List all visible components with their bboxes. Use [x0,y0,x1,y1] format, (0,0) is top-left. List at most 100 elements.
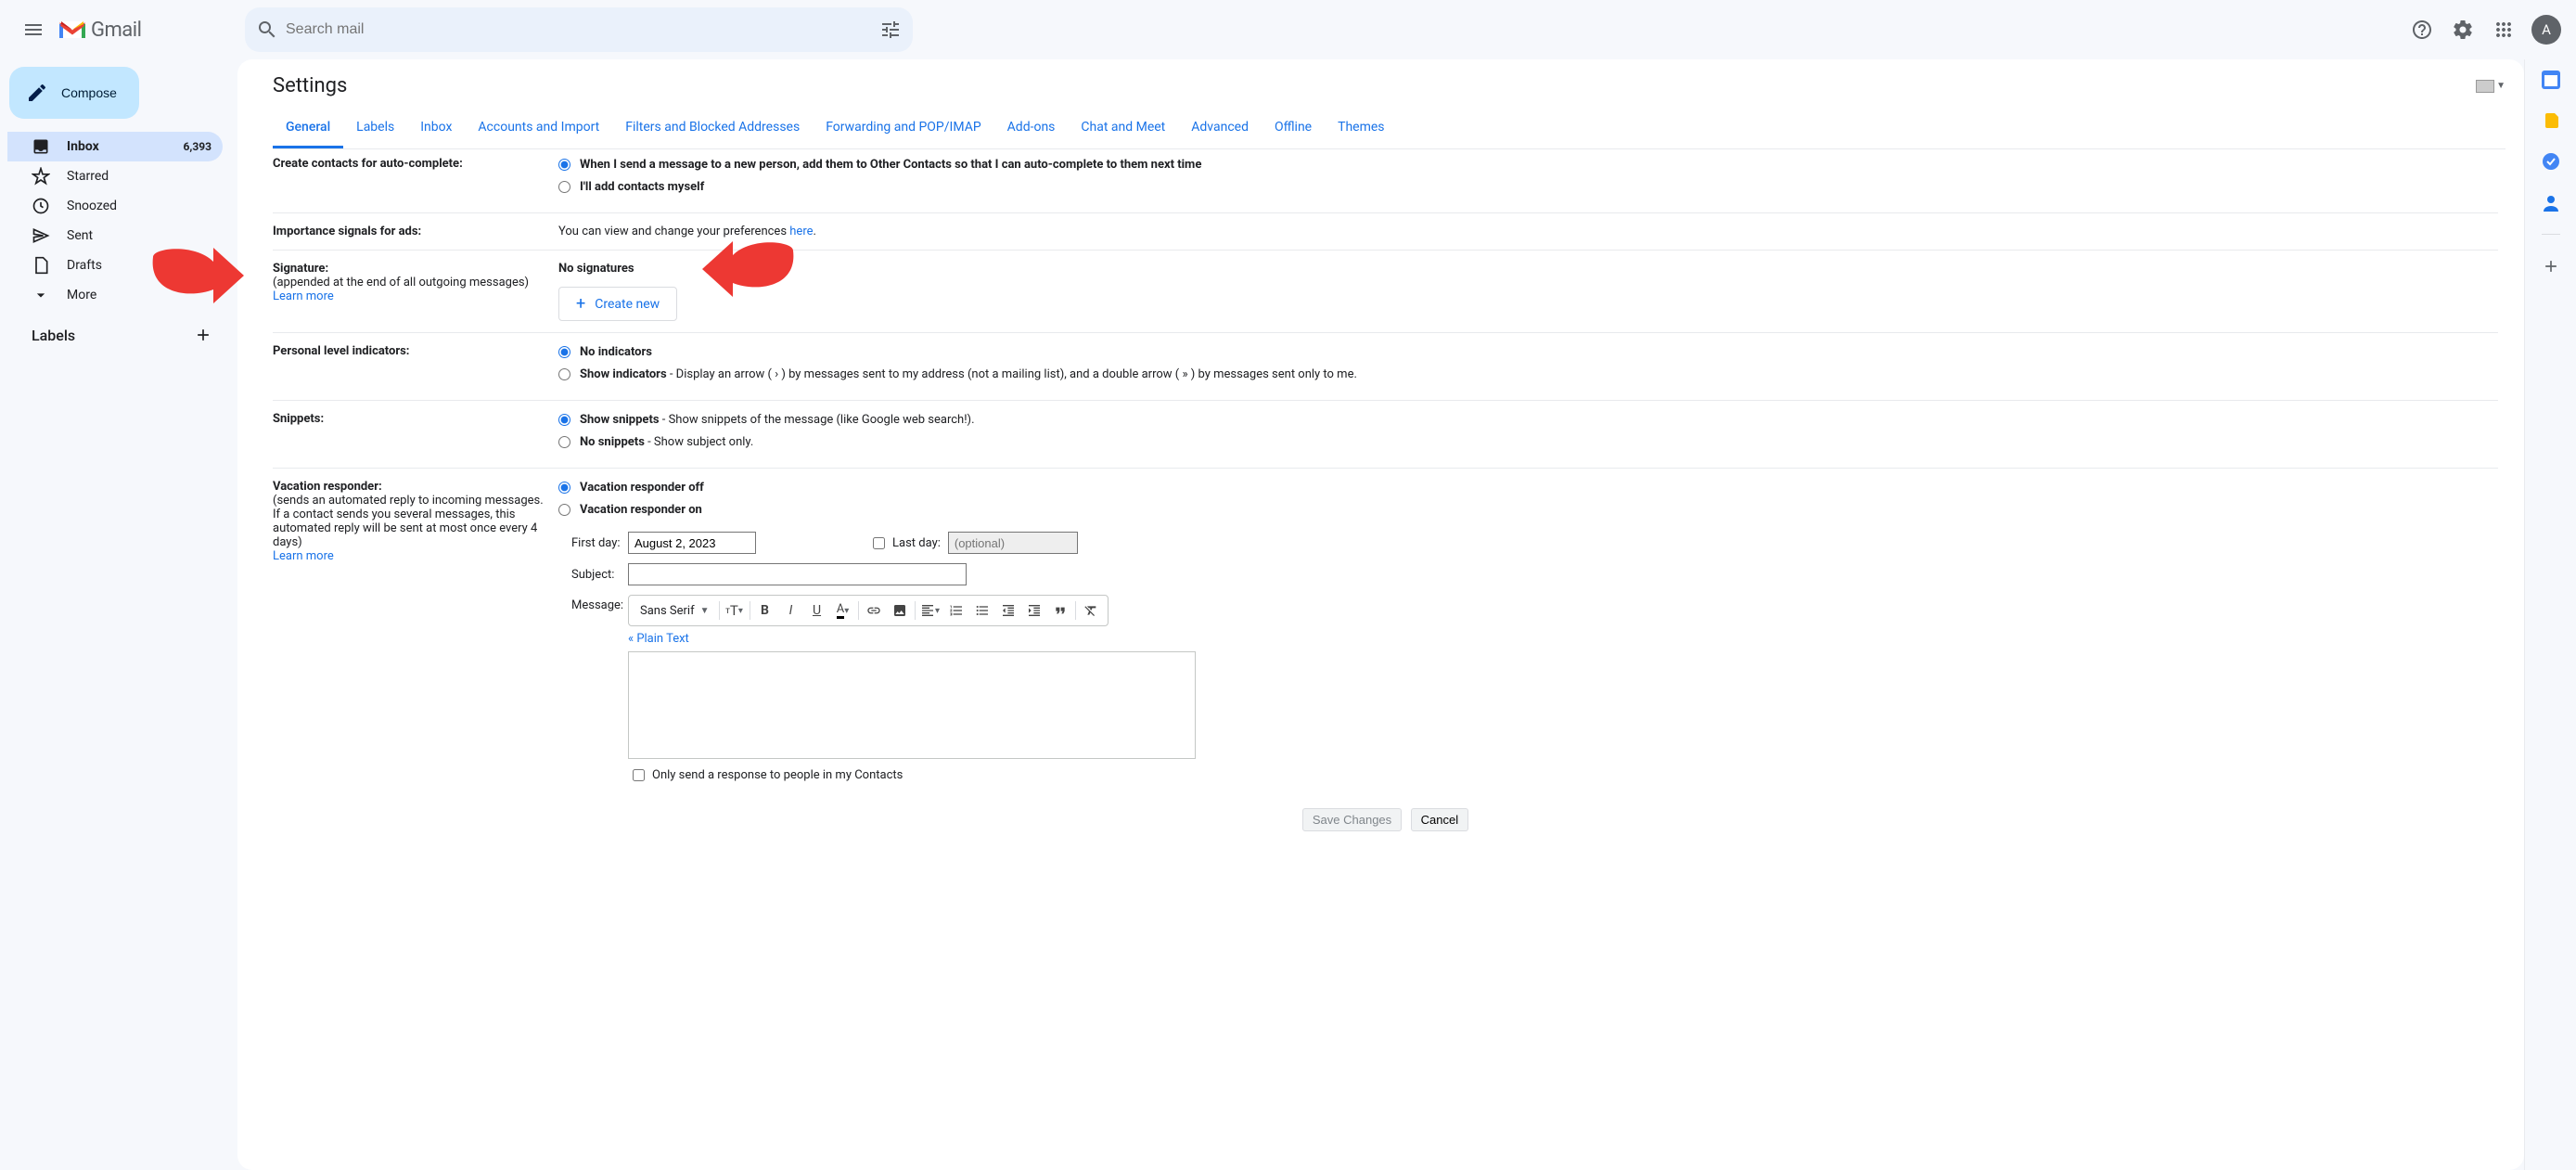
nav-label: Inbox [67,139,184,154]
text-color-button[interactable]: A▾ [830,598,856,624]
chevron-down-icon [32,286,50,304]
apps-grid-icon [2493,19,2515,41]
search-options-button[interactable] [872,11,909,48]
nav-label: Drafts [67,258,211,273]
no-signatures-text: No signatures [558,262,2498,276]
subject-input[interactable] [628,563,967,585]
input-tools-button[interactable]: ▼ [2476,80,2506,93]
vacation-on-text: Vacation responder on [580,502,702,519]
clock-icon [32,197,50,215]
tab-general[interactable]: General [273,110,343,148]
get-addons-button[interactable] [2542,257,2560,276]
add-label-button[interactable] [189,321,217,349]
compose-button[interactable]: Compose [9,67,139,119]
autocomplete-opt1-text: When I send a message to a new person, a… [580,157,1201,174]
keep-app-button[interactable] [2542,111,2560,130]
settings-button[interactable] [2444,11,2481,48]
font-size-button[interactable]: тT▾ [722,598,748,624]
clear-formatting-button[interactable] [1078,598,1104,624]
vacation-off-radio[interactable] [558,482,570,494]
search-input[interactable] [286,21,872,38]
snippets-opt2-rest: - Show subject only. [645,435,753,449]
quote-icon [1053,603,1068,618]
support-button[interactable] [2403,11,2441,48]
bold-button[interactable]: B [752,598,778,624]
contacts-only-label: Only send a response to people in my Con… [652,768,903,782]
tab-chat[interactable]: Chat and Meet [1068,110,1178,148]
italic-button[interactable]: I [778,598,804,624]
text-color-icon: A [837,602,844,619]
sidebar-item-starred[interactable]: Starred [7,161,223,191]
create-signature-button[interactable]: + Create new [558,287,677,321]
search-button[interactable] [249,11,286,48]
indent-less-button[interactable] [995,598,1021,624]
tab-forwarding[interactable]: Forwarding and POP/IMAP [813,110,993,148]
vacation-sublabel: (sends an automated reply to incoming me… [273,494,544,549]
sidebar-item-sent[interactable]: Sent [7,221,223,251]
personal-opt1-radio[interactable] [558,346,570,358]
indent-less-icon [1001,603,1016,618]
sidebar-item-drafts[interactable]: Drafts [7,251,223,280]
settings-footer: Save Changes Cancel [273,803,2498,831]
vacation-on-radio[interactable] [558,504,570,516]
quote-button[interactable] [1047,598,1073,624]
labels-title: Labels [32,327,75,344]
gmail-logo[interactable]: Gmail [59,19,141,42]
tab-themes[interactable]: Themes [1325,110,1397,148]
tab-accounts[interactable]: Accounts and Import [465,110,612,148]
tab-addons[interactable]: Add-ons [994,110,1069,148]
sidebar-item-snoozed[interactable]: Snoozed [7,191,223,221]
snippets-opt2-radio[interactable] [558,436,570,448]
autocomplete-opt2-radio[interactable] [558,181,570,193]
tab-advanced[interactable]: Advanced [1178,110,1262,148]
main-menu-button[interactable] [11,7,56,52]
help-icon [2411,19,2433,41]
bulleted-list-button[interactable] [969,598,995,624]
plain-text-link[interactable]: « Plain Text [628,632,689,646]
save-changes-button[interactable]: Save Changes [1302,808,1402,831]
align-button[interactable]: ▾ [917,598,943,624]
numbered-list-button[interactable] [943,598,969,624]
font-select[interactable]: Sans Serif▼ [633,598,717,624]
importance-here-link[interactable]: here [789,225,813,238]
autocomplete-label: Create contacts for auto-complete: [273,157,463,171]
sidebar-item-more[interactable]: More [7,280,223,310]
snippets-opt1-radio[interactable] [558,414,570,426]
setting-autocomplete: Create contacts for auto-complete: When … [273,149,2498,213]
tab-inbox[interactable]: Inbox [407,110,465,148]
autocomplete-opt1-radio[interactable] [558,159,570,171]
signature-learn-more-link[interactable]: Learn more [273,289,334,303]
link-button[interactable] [861,598,887,624]
bold-icon: B [761,603,769,618]
message-editor[interactable] [628,651,1196,759]
caret-icon: ▼ [700,606,710,616]
last-day-input[interactable] [948,532,1078,554]
personal-opt2-rest: - Display an arrow ( › ) by messages sen… [667,367,1357,381]
tab-filters[interactable]: Filters and Blocked Addresses [612,110,813,148]
autocomplete-opt2-text: I'll add contacts myself [580,179,704,196]
app-header: Gmail A [0,0,2576,59]
keyboard-icon [2476,80,2494,93]
contacts-only-checkbox[interactable] [633,769,645,781]
personal-opt2-radio[interactable] [558,368,570,380]
underline-button[interactable]: U [804,598,830,624]
account-avatar[interactable]: A [2531,15,2561,45]
sidebar-item-inbox[interactable]: Inbox 6,393 [7,132,223,161]
image-button[interactable] [887,598,913,624]
tasks-app-button[interactable] [2542,152,2560,171]
nav-label: More [67,288,211,302]
last-day-checkbox[interactable] [873,537,885,549]
first-day-input[interactable] [628,532,756,554]
apps-button[interactable] [2485,11,2522,48]
tab-labels[interactable]: Labels [343,110,407,148]
image-icon [892,603,907,618]
keep-icon [2542,111,2560,130]
contacts-app-button[interactable] [2542,193,2560,212]
indent-more-button[interactable] [1021,598,1047,624]
tab-offline[interactable]: Offline [1262,110,1325,148]
vacation-learn-more-link[interactable]: Learn more [273,549,334,563]
calendar-app-button[interactable] [2542,71,2560,89]
signature-sublabel: (appended at the end of all outgoing mes… [273,276,529,289]
cancel-button[interactable]: Cancel [1411,808,1468,831]
italic-icon: I [789,603,793,618]
